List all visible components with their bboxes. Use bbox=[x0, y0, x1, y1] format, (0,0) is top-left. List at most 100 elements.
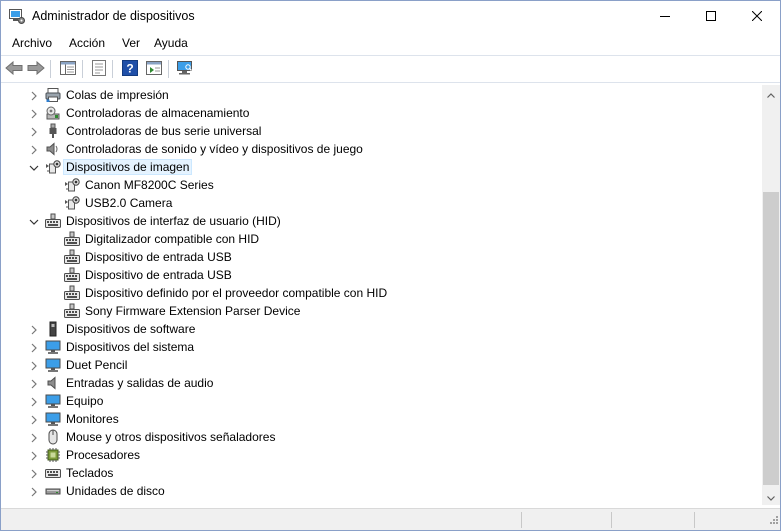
collapse-chevron-icon[interactable] bbox=[29, 216, 39, 226]
expand-chevron-icon[interactable] bbox=[29, 90, 39, 101]
tree-category[interactable]: Procesadores bbox=[1, 446, 762, 464]
action-view-icon bbox=[146, 60, 162, 78]
tree-category[interactable]: Teclados bbox=[1, 464, 762, 482]
processor-icon bbox=[45, 447, 61, 463]
show-hide-tree-button[interactable] bbox=[58, 59, 78, 79]
camera-icon bbox=[45, 159, 61, 175]
expand-chevron-icon[interactable] bbox=[29, 360, 39, 371]
tree-category[interactable]: Dispositivos de imagen bbox=[1, 158, 762, 176]
expand-chevron-icon[interactable] bbox=[29, 126, 39, 137]
close-icon bbox=[751, 10, 763, 24]
back-button[interactable] bbox=[4, 59, 24, 79]
tree-item-label: Controladoras de almacenamiento bbox=[66, 106, 250, 120]
tree-item-label: Canon MF8200C Series bbox=[85, 178, 214, 192]
forward-arrow-icon bbox=[27, 60, 45, 78]
chevron-down-icon bbox=[767, 490, 775, 504]
action-view-button[interactable] bbox=[144, 59, 164, 79]
expand-chevron-icon[interactable] bbox=[29, 432, 39, 443]
scan-hardware-button[interactable] bbox=[175, 59, 195, 79]
vertical-scrollbar[interactable] bbox=[762, 85, 780, 505]
expand-chevron-icon[interactable] bbox=[29, 378, 39, 389]
tree-item-label: Unidades de disco bbox=[66, 484, 165, 498]
tree-item-label: Equipo bbox=[66, 394, 104, 408]
mouse-icon bbox=[45, 429, 61, 445]
tree-category[interactable]: Equipo bbox=[1, 392, 762, 410]
menu-accion[interactable]: Acción bbox=[69, 36, 105, 50]
storage-controller-icon bbox=[45, 105, 61, 121]
tree-item-label: Teclados bbox=[66, 466, 114, 480]
tree-item-label: Dispositivos del sistema bbox=[66, 340, 195, 354]
tree-category[interactable]: Unidades de disco bbox=[1, 482, 762, 500]
tree-category[interactable]: Mouse y otros dispositivos señaladores bbox=[1, 428, 762, 446]
properties-button[interactable] bbox=[89, 59, 109, 79]
help-button[interactable]: ? bbox=[120, 59, 140, 79]
print-queue-icon bbox=[45, 87, 61, 103]
tree-category[interactable]: Dispositivos del sistema bbox=[1, 338, 762, 356]
menu-ayuda[interactable]: Ayuda bbox=[154, 36, 188, 50]
menu-ver[interactable]: Ver bbox=[122, 36, 140, 50]
tree-category[interactable]: Monitores bbox=[1, 410, 762, 428]
tree-device[interactable]: Sony Firmware Extension Parser Device bbox=[1, 302, 762, 320]
scroll-up-button[interactable] bbox=[762, 85, 780, 102]
tree-device[interactable]: Dispositivo de entrada USB bbox=[1, 266, 762, 284]
expand-chevron-icon[interactable] bbox=[29, 450, 39, 461]
tree-category[interactable]: Controladoras de almacenamiento bbox=[1, 104, 762, 122]
device-tree[interactable]: Colas de impresión Controladoras de almac… bbox=[1, 85, 762, 505]
tree-device[interactable]: Dispositivo de entrada USB bbox=[1, 248, 762, 266]
monitor-icon bbox=[45, 411, 61, 427]
usb-controller-icon bbox=[45, 123, 61, 139]
software-device-icon bbox=[45, 321, 61, 337]
expand-chevron-icon[interactable] bbox=[29, 144, 39, 155]
maximize-icon bbox=[706, 10, 716, 24]
tree-category[interactable]: Dispositivos de software bbox=[1, 320, 762, 338]
toolbar: ? bbox=[1, 55, 780, 83]
expand-chevron-icon[interactable] bbox=[29, 342, 39, 353]
hid-icon bbox=[64, 303, 80, 319]
help-icon: ? bbox=[122, 59, 138, 79]
tree-item-label: Entradas y salidas de audio bbox=[66, 376, 214, 390]
expand-chevron-icon[interactable] bbox=[29, 468, 39, 479]
tree-item-label: Dispositivo de entrada USB bbox=[85, 250, 232, 264]
expand-chevron-icon[interactable] bbox=[29, 414, 39, 425]
title-bar[interactable]: Administrador de dispositivos bbox=[1, 1, 780, 32]
menu-archivo[interactable]: Archivo bbox=[12, 36, 52, 50]
camera-icon bbox=[64, 195, 80, 211]
tree-category[interactable]: Controladoras de bus serie universal bbox=[1, 122, 762, 140]
minimize-icon bbox=[660, 10, 670, 24]
resize-grip-icon[interactable] bbox=[768, 515, 778, 529]
status-bar bbox=[1, 508, 780, 530]
tree-category[interactable]: Colas de impresión bbox=[1, 86, 762, 104]
tree-device[interactable]: Digitalizador compatible con HID bbox=[1, 230, 762, 248]
system-device-icon bbox=[45, 339, 61, 355]
window-title: Administrador de dispositivos bbox=[32, 9, 195, 23]
tree-device[interactable]: Canon MF8200C Series bbox=[1, 176, 762, 194]
tree-item-label: Dispositivo de entrada USB bbox=[85, 268, 232, 282]
keyboard-icon bbox=[45, 465, 61, 481]
tree-item-label: Controladoras de bus serie universal bbox=[66, 124, 262, 138]
hid-icon bbox=[64, 249, 80, 265]
scroll-down-button[interactable] bbox=[762, 488, 780, 505]
expand-chevron-icon[interactable] bbox=[29, 324, 39, 335]
tree-device[interactable]: Dispositivo definido por el proveedor co… bbox=[1, 284, 762, 302]
show-hide-tree-icon bbox=[60, 60, 76, 78]
minimize-button[interactable] bbox=[642, 1, 688, 32]
scan-hardware-icon bbox=[176, 60, 194, 79]
tree-category[interactable]: Duet Pencil bbox=[1, 356, 762, 374]
expand-chevron-icon[interactable] bbox=[29, 396, 39, 407]
close-button[interactable] bbox=[734, 1, 780, 32]
disk-drive-icon bbox=[45, 483, 61, 499]
tree-device[interactable]: USB2.0 Camera bbox=[1, 194, 762, 212]
tree-category[interactable]: Controladoras de sonido y vídeo y dispos… bbox=[1, 140, 762, 158]
tree-item-label: Dispositivos de imagen bbox=[62, 159, 193, 175]
scroll-thumb[interactable] bbox=[763, 192, 779, 485]
expand-chevron-icon[interactable] bbox=[29, 486, 39, 497]
device-manager-window: Administrador de dispositivos Archivo Ac… bbox=[0, 0, 781, 531]
collapse-chevron-icon[interactable] bbox=[29, 162, 39, 172]
expand-chevron-icon[interactable] bbox=[29, 108, 39, 119]
maximize-button[interactable] bbox=[688, 1, 734, 32]
forward-button[interactable] bbox=[26, 59, 46, 79]
tree-category[interactable]: Dispositivos de interfaz de usuario (HID… bbox=[1, 212, 762, 230]
tree-category[interactable]: Entradas y salidas de audio bbox=[1, 374, 762, 392]
tree-item-label: Sony Firmware Extension Parser Device bbox=[85, 304, 301, 318]
sound-icon bbox=[45, 141, 61, 157]
